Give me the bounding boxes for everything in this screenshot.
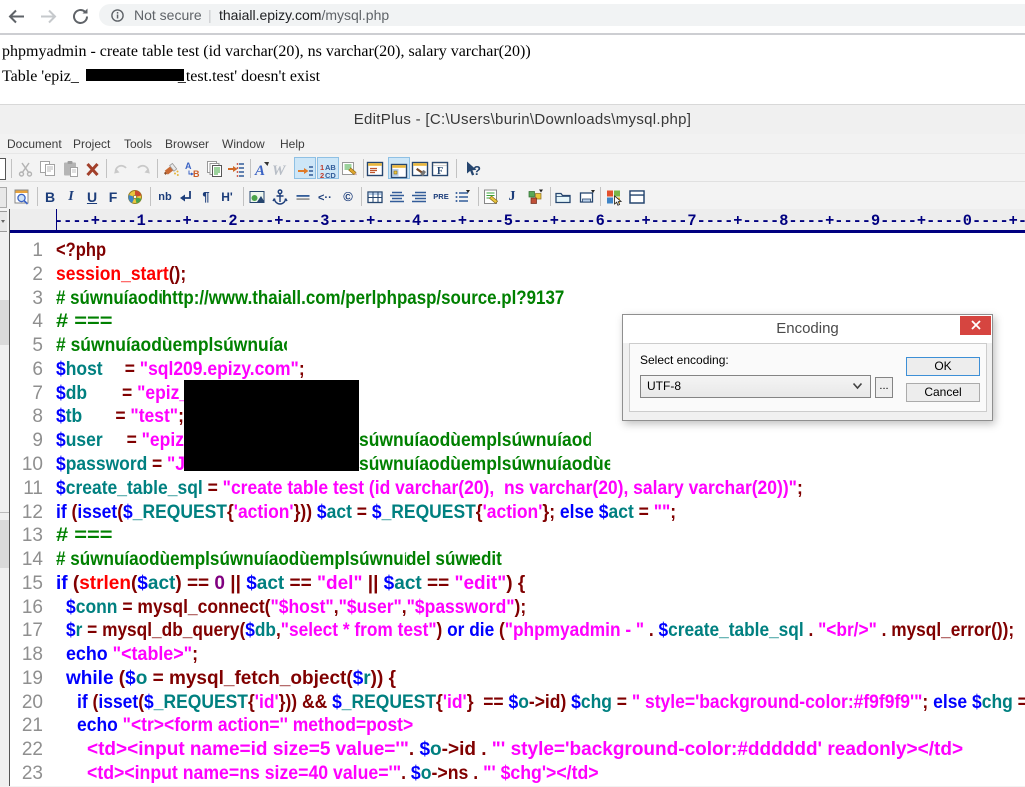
svg-text:?: ?	[473, 163, 481, 178]
svg-text:F: F	[437, 166, 443, 177]
svg-text:<··: <··	[318, 192, 332, 204]
svg-text:W: W	[272, 163, 287, 178]
svg-text:CD: CD	[325, 171, 336, 180]
svg-text:A: A	[254, 163, 265, 178]
svg-text:2: 2	[320, 171, 324, 180]
svg-text:A: A	[185, 161, 192, 171]
svg-text:B: B	[193, 169, 200, 178]
